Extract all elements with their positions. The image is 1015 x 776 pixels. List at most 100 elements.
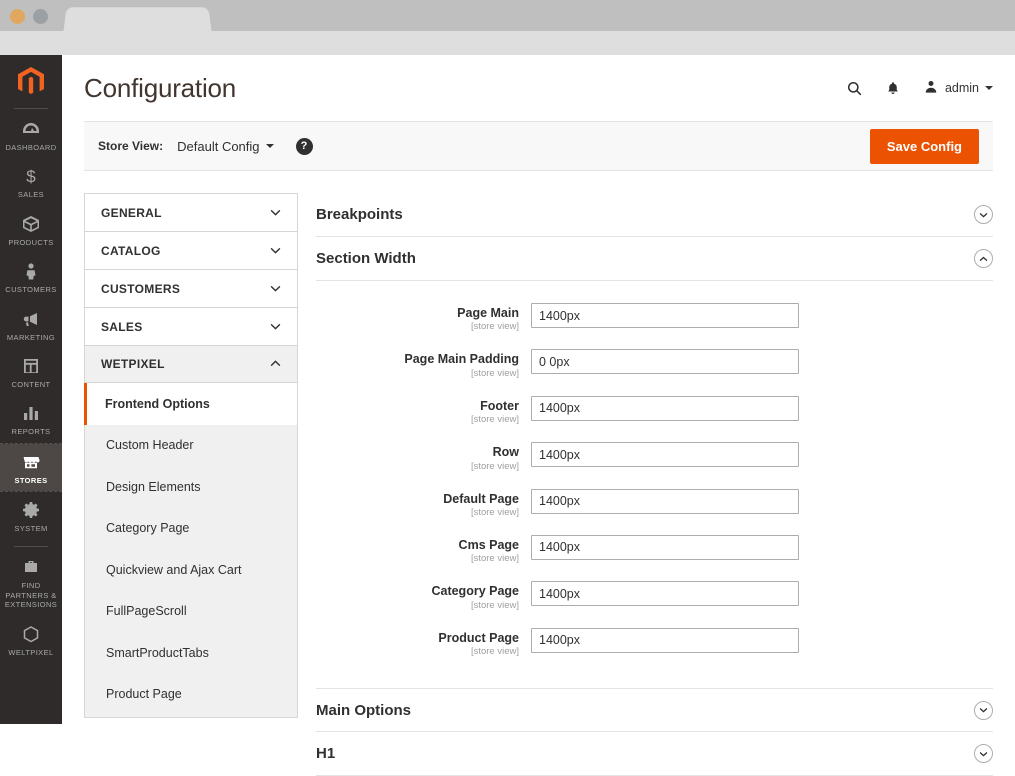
sidebar-item-products[interactable]: PRODUCTS [0,206,62,253]
chevron-down-icon [270,283,281,295]
field-label-col: Category Page [store view] [316,581,531,610]
gear-icon [20,499,42,521]
field-scope: [store view] [316,507,519,518]
config-section-sales[interactable]: SALES [84,307,298,345]
section-width-fields: Page Main [store view] Page Main Padding… [316,281,993,688]
sidebar-item-label: SYSTEM [14,524,47,533]
page-header: Configuration admin [62,55,1015,121]
sidebar-item-weltpixel[interactable]: WELTPIXEL [0,616,62,663]
config-section-wetpixel[interactable]: WETPIXEL [84,345,298,383]
sidebar-item-marketing[interactable]: MARKETING [0,301,62,348]
config-subitem-design-elements[interactable]: Design Elements [85,466,297,508]
settings-panel: Breakpoints Section Width Page Main [sto… [316,193,993,724]
save-config-button[interactable]: Save Config [870,129,979,164]
sidebar-item-label: FIND PARTNERS & EXTENSIONS [0,581,62,609]
magento-logo[interactable] [0,55,62,101]
dashboard-icon [20,118,42,140]
default-page-input[interactable] [531,489,799,514]
category-page-input[interactable] [531,581,799,606]
config-subitem-label: SmartProductTabs [106,646,209,660]
chevron-down-icon [985,86,993,90]
config-nav: GENERAL CATALOG CUSTOMERS SALES [84,193,298,724]
field-label: Category Page [316,584,519,598]
sidebar-item-system[interactable]: SYSTEM [0,492,62,539]
sidebar-item-label: CUSTOMERS [5,285,56,294]
config-subitem-custom-header[interactable]: Custom Header [85,425,297,467]
sidebar-divider [14,108,48,109]
browser-tab[interactable] [63,7,211,31]
hexagon-icon [20,623,42,645]
browser-toolbar [0,31,1015,55]
config-section-catalog[interactable]: CATALOG [84,231,298,269]
config-subitem-frontend-options[interactable]: Frontend Options [84,383,297,425]
field-row-row: Row [store view] [316,442,993,471]
field-label: Row [316,445,519,459]
config-section-label: WETPIXEL [101,357,165,371]
field-scope: [store view] [316,646,519,657]
page-main-input[interactable] [531,303,799,328]
settings-section-section-width[interactable]: Section Width [316,237,993,281]
sidebar-divider [14,546,48,547]
field-row-cms-page: Cms Page [store view] [316,535,993,564]
settings-section-main-options[interactable]: Main Options [316,688,993,732]
sidebar-item-reports[interactable]: REPORTS [0,395,62,442]
chevron-up-icon [974,249,993,268]
field-label-col: Cms Page [store view] [316,535,531,564]
sidebar-item-label: WELTPIXEL [8,648,53,657]
chevron-down-icon [270,207,281,219]
page-main-padding-input[interactable] [531,349,799,374]
field-row-category-page: Category Page [store view] [316,581,993,610]
layout-icon [20,355,42,377]
tab-dot-gray-icon [33,9,48,24]
sidebar-item-find-partners[interactable]: FIND PARTNERS & EXTENSIONS [0,549,62,615]
config-section-label: SALES [101,320,143,334]
store-view-select[interactable]: Default Config [177,139,273,154]
cms-page-input[interactable] [531,535,799,560]
admin-user-menu[interactable]: admin [923,79,993,98]
sidebar-item-dashboard[interactable]: DASHBOARD [0,111,62,158]
chevron-down-icon [266,144,274,148]
field-label: Cms Page [316,538,519,552]
tab-dot-orange-icon [10,9,25,24]
footer-input[interactable] [531,396,799,421]
settings-section-breakpoints[interactable]: Breakpoints [316,193,993,237]
config-subitem-label: Frontend Options [105,397,210,411]
field-label-col: Row [store view] [316,442,531,471]
field-label: Page Main Padding [316,352,519,366]
config-subitem-smartproducttabs[interactable]: SmartProductTabs [85,632,297,674]
product-page-input[interactable] [531,628,799,653]
field-scope: [store view] [316,414,519,425]
field-scope: [store view] [316,321,519,332]
sidebar-item-label: DASHBOARD [5,143,56,152]
config-subitem-label: Product Page [106,687,182,701]
sidebar-item-stores[interactable]: STORES [0,444,62,491]
sidebar-item-content[interactable]: CONTENT [0,348,62,395]
question-mark-icon[interactable]: ? [296,138,313,155]
config-subitem-quickview-ajax-cart[interactable]: Quickview and Ajax Cart [85,549,297,591]
store-view-value: Default Config [177,139,259,154]
settings-section-h1[interactable]: H1 [316,732,993,776]
config-subitem-product-page[interactable]: Product Page [85,674,297,716]
config-section-customers[interactable]: CUSTOMERS [84,269,298,307]
config-subitem-label: Custom Header [106,438,194,452]
sidebar-item-label: REPORTS [12,427,51,436]
field-row-page-main: Page Main [store view] [316,303,993,332]
sidebar-item-label: PRODUCTS [8,238,53,247]
config-subitem-fullpagescroll[interactable]: FullPageScroll [85,591,297,633]
field-row-page-main-padding: Page Main Padding [store view] [316,349,993,378]
config-subitem-category-page[interactable]: Category Page [85,508,297,550]
bell-icon[interactable] [885,80,901,97]
chevron-up-icon [270,358,281,370]
field-scope: [store view] [316,368,519,379]
browser-chrome [0,0,1015,31]
row-input[interactable] [531,442,799,467]
main-area: Configuration admin Store View: Default … [62,55,1015,724]
megaphone-icon [20,308,42,330]
search-icon[interactable] [846,80,863,97]
sidebar-item-customers[interactable]: CUSTOMERS [0,253,62,300]
sidebar-item-sales[interactable]: $ SALES [0,158,62,205]
config-section-general[interactable]: GENERAL [84,193,298,231]
person-icon [20,260,42,282]
config-subitem-label: FullPageScroll [106,604,187,618]
content-columns: GENERAL CATALOG CUSTOMERS SALES [62,171,1015,724]
